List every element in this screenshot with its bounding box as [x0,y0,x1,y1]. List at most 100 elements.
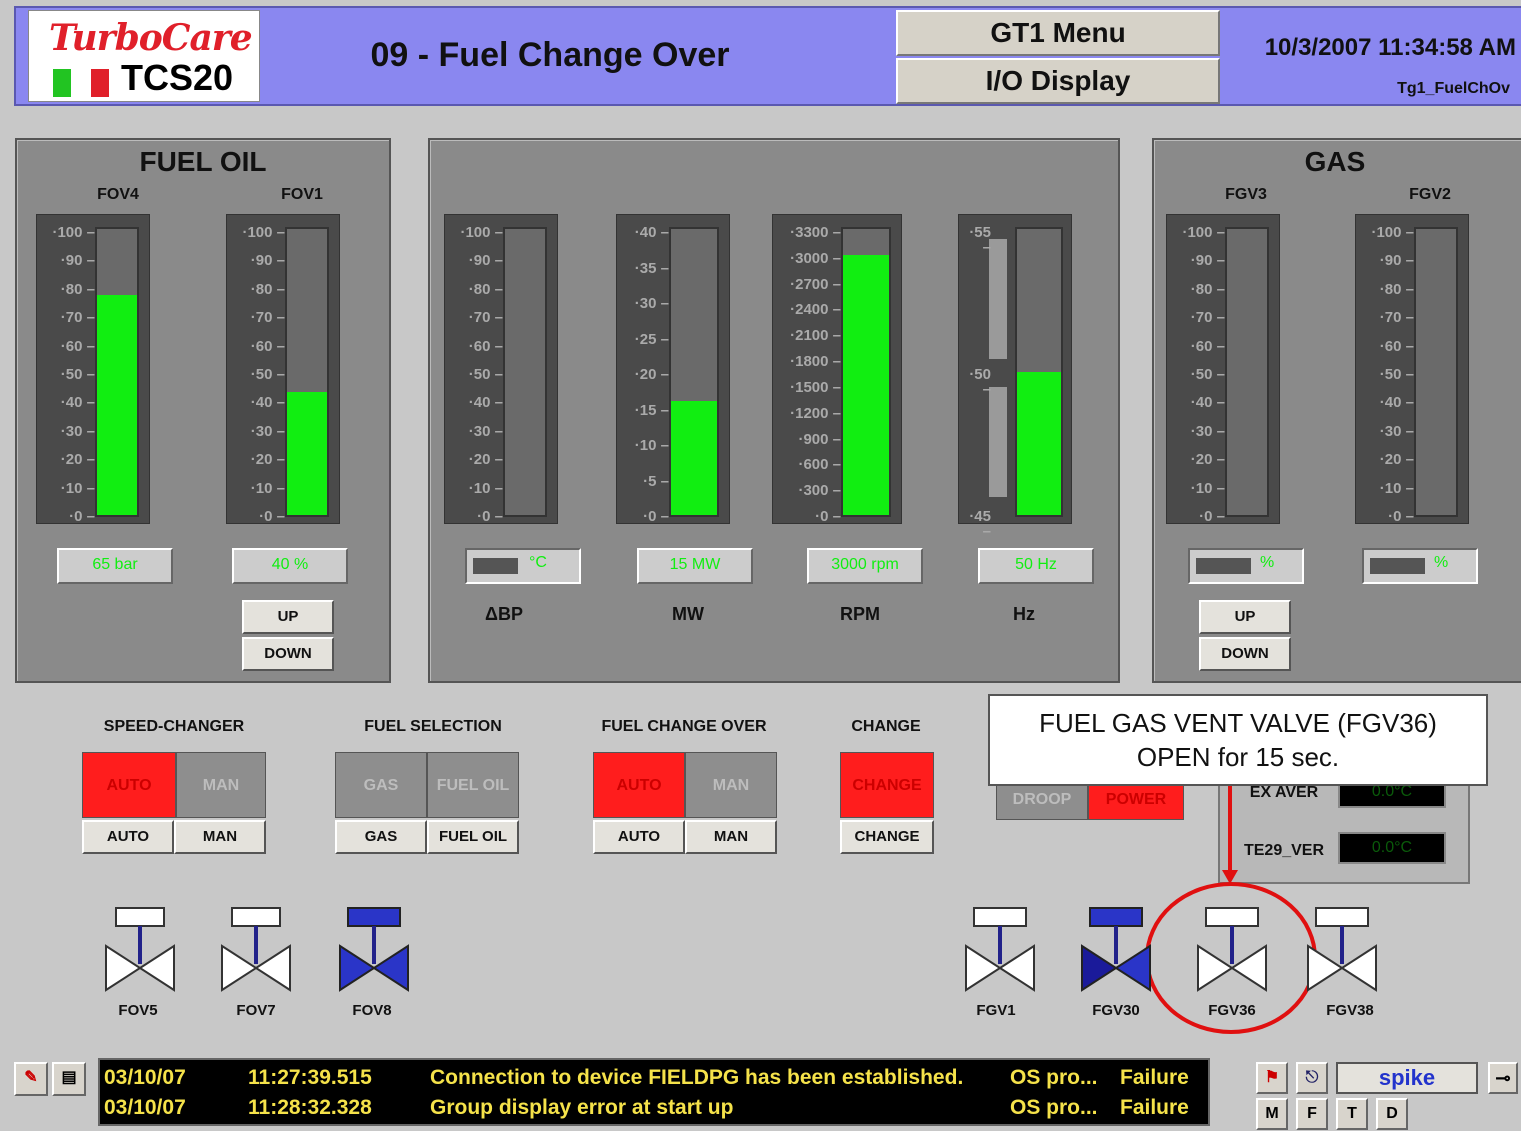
scale-tick: ·10 – [1379,479,1414,497]
speed-changer-label: SPEED-CHANGER [103,718,245,735]
fuel-change-over-man-button[interactable]: MAN [685,820,777,854]
m-button[interactable]: M [1256,1098,1288,1130]
change-label: CHANGE [851,718,921,735]
scale-tick: ·0 – [1199,508,1225,525]
scale-tick: ·30 – [1379,422,1414,440]
d-button[interactable]: D [1376,1098,1408,1130]
logout-icon[interactable]: ⎋ [1296,1062,1328,1094]
display-name: Tg1_FuelChOv [1397,80,1510,97]
dbp-label: ΔBP [485,604,523,624]
scale-tick: ·2100 – [790,327,841,345]
hz-bar [1017,372,1061,515]
hz-readout: 50 Hz [978,548,1094,584]
scale-tick: ·60 – [1190,337,1225,355]
scale-tick: ·80 – [468,280,503,298]
scale-tick: ·35 – [634,259,669,277]
mw-gauge: ·40 – ·35 – ·30 – ·25 – ·20 – ·15 – ·10 – ·5 – ·… [616,214,730,524]
fuel-selection-label: FUEL SELECTION [364,718,502,735]
alarm-source: OS pro... [1010,1096,1098,1119]
hz-upper-band [989,239,1007,359]
scale-tick: ·20 – [468,451,503,469]
fuel-change-over-man-indicator: MAN [685,752,777,818]
alarm-row[interactable]: 03/10/07 11:28:32.328 Group display erro… [100,1092,1208,1122]
scale-tick: ·70 – [1379,309,1414,327]
alarm-status-bar: 03/10/07 11:27:39.515 Connection to devi… [98,1058,1210,1126]
dbp-unit: °C [529,554,547,571]
logo-green-square [53,69,71,97]
fgv1-valve[interactable] [960,906,1040,1016]
fgv3-label: FGV3 [1225,186,1267,203]
alarm-row[interactable]: 03/10/07 11:27:39.515 Connection to devi… [100,1062,1208,1092]
fgv3-up-button[interactable]: UP [1199,600,1291,634]
scale-tick: ·20 – [1379,451,1414,469]
scale-tick: ·60 – [468,337,503,355]
fgv1-label: FGV1 [976,1002,1016,1019]
gt1-menu-button[interactable]: GT1 Menu [896,10,1220,56]
scale-tick: ·80 – [60,280,95,298]
fov1-up-button[interactable]: UP [242,600,334,634]
scale-tick: ·60 – [1379,337,1414,355]
scale-tick: ·0 – [259,508,285,525]
mw-bar [671,400,717,515]
scale-tick: ·10 – [468,479,503,497]
t-button[interactable]: T [1336,1098,1368,1130]
fgv36-label: FGV36 [1208,1002,1256,1019]
scale-tick: ·5 – [643,472,669,490]
fov8-valve[interactable] [334,906,414,1016]
fgv3-down-button[interactable]: DOWN [1199,637,1291,671]
alarm-date: 03/10/07 [104,1066,186,1089]
alarm-list-icon[interactable]: ▤ [52,1062,86,1096]
change-button[interactable]: CHANGE [840,820,934,854]
te29-value: 0.0°C [1338,832,1446,864]
alarm-state: Failure [1120,1096,1189,1119]
scale-tick: ·100 – [52,224,95,241]
turbocare-logo: TurboCare TCS20 [28,10,260,102]
fov7-valve[interactable] [216,906,296,1016]
scale-tick: ·90 – [1190,252,1225,270]
scale-tick: ·3300 – [790,224,841,241]
hz-gauge: ·55 – ·50 – ·45 – [958,214,1072,539]
alarm-time: 11:28:32.328 [248,1096,372,1119]
alarm-icon[interactable]: ⚑ [1256,1062,1288,1094]
user-field[interactable]: spike [1336,1062,1478,1094]
key-icon[interactable]: ⊸ [1488,1062,1518,1094]
speed-changer-man-button[interactable]: MAN [174,820,266,854]
fuel-change-over-label: FUEL CHANGE OVER [601,718,767,735]
fuel-selection-fueloil-button[interactable]: FUEL OIL [427,820,519,854]
fgv2-unit: % [1434,554,1449,571]
rpm-gauge: ·3300 – ·3000 – ·2700 – ·2400 – ·2100 – ·1800… [772,214,902,524]
scale-tick: ·70 – [1190,309,1225,327]
scale-tick: ·40 – [634,224,669,241]
scale-tick: ·900 – [798,430,841,448]
fuel-change-over-auto-indicator: AUTO [593,752,685,818]
alarm-source: OS pro... [1010,1066,1098,1089]
scale-tick: ·50 – [1190,366,1225,383]
alarm-ack-icon[interactable]: ✎ [14,1062,48,1096]
scale-tick: ·100 – [1371,224,1414,241]
f-button[interactable]: F [1296,1098,1328,1130]
fgv38-valve[interactable] [1302,906,1382,1016]
fov7-label: FOV7 [236,1002,276,1019]
speed-changer-man-indicator: MAN [176,752,266,818]
fov5-label: FOV5 [118,1002,158,1019]
fov1-down-button[interactable]: DOWN [242,637,334,671]
logo-red-square [91,69,109,97]
fuel-change-over-auto-button[interactable]: AUTO [593,820,685,854]
logo-turbocare-text: TurboCare [49,17,253,59]
fuel-selection-gas-button[interactable]: GAS [335,820,427,854]
scale-tick: ·60 – [60,337,95,355]
fgv3-readout: % [1188,548,1304,584]
fgv36-valve[interactable] [1192,906,1272,1016]
fov5-valve[interactable] [100,906,180,1016]
scale-tick: ·10 – [634,437,669,454]
scale-tick: ·20 – [1190,451,1225,469]
io-display-button[interactable]: I/O Display [896,58,1220,104]
gas-title: GAS [1304,146,1366,177]
change-indicator: CHANGE [840,752,934,818]
scale-tick: ·40 – [1379,394,1414,412]
fuel-oil-title: FUEL OIL [139,146,267,177]
fgv30-valve[interactable] [1076,906,1156,1016]
datetime: 10/3/2007 11:34:58 AM [1264,34,1516,61]
speed-changer-auto-button[interactable]: AUTO [82,820,174,854]
fov1-label: FOV1 [281,186,323,203]
